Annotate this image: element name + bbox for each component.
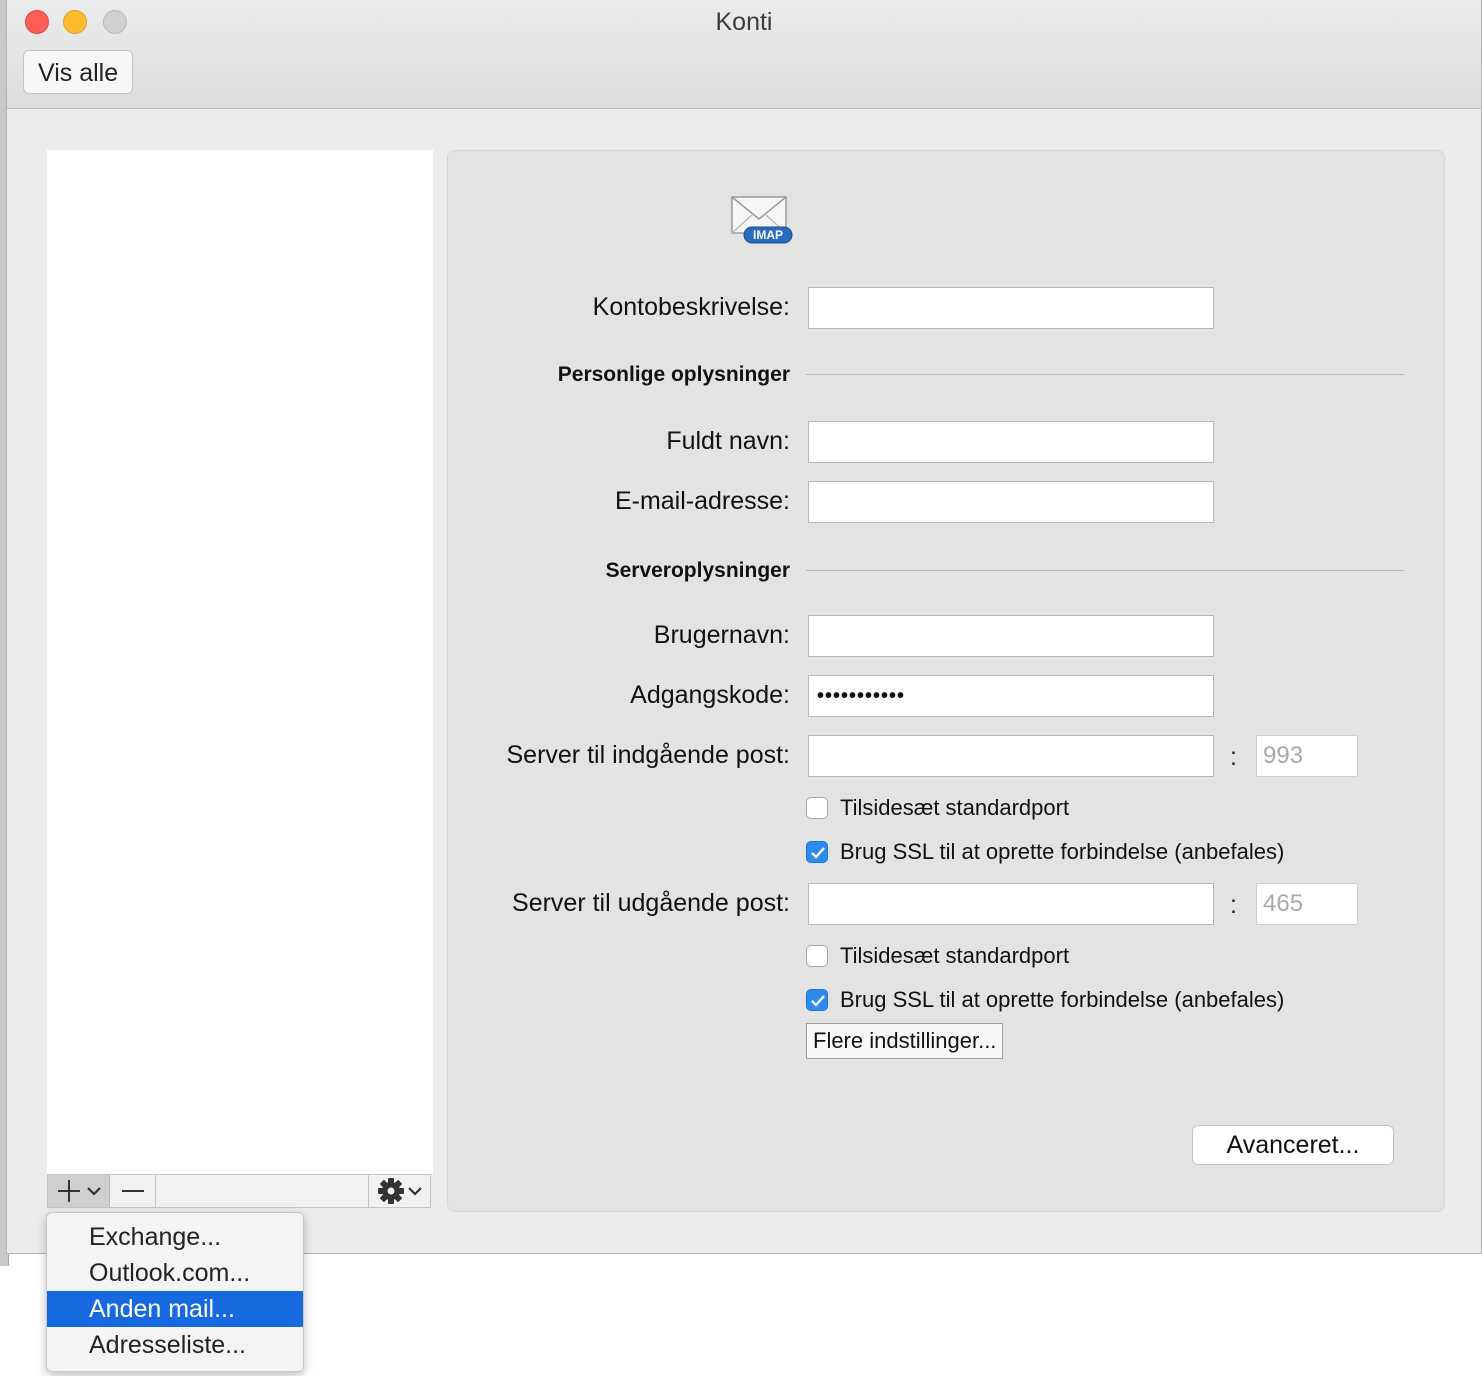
email-field[interactable] [808,481,1214,523]
minus-icon [122,1190,144,1192]
window-title: Konti [715,8,773,36]
svg-text:IMAP: IMAP [753,228,783,242]
add-account-menu: Exchange... Outlook.com... Anden mail...… [46,1212,304,1372]
imap-mail-icon: IMAP [728,193,796,251]
account-details-panel: IMAP Kontobeskrivelse: Personlige oplysn… [447,150,1445,1212]
incoming-ssl-option[interactable]: Brug SSL til at oprette forbindelse (anb… [806,837,1284,867]
outgoing-override-port-checkbox[interactable] [806,945,828,967]
incoming-port-field[interactable]: 993 [1256,735,1358,777]
title-bar: Konti Vis alle [7,0,1481,109]
menu-item-outlook[interactable]: Outlook.com... [47,1255,303,1291]
username-field[interactable] [808,615,1214,657]
server-info-divider [806,570,1404,571]
password-label: Adgangskode: [630,681,790,709]
account-list[interactable] [47,150,433,1174]
server-info-heading: Serveroplysninger [605,559,790,582]
show-all-button[interactable]: Vis alle [23,50,134,94]
full-name-label: Fuldt navn: [666,427,790,455]
gear-icon [378,1178,422,1204]
incoming-ssl-label: Brug SSL til at oprette forbindelse (anb… [840,839,1285,864]
incoming-override-port-option[interactable]: Tilsidesæt standardport [806,793,1069,823]
plus-icon [58,1180,101,1202]
outgoing-port-field[interactable]: 465 [1256,883,1358,925]
incoming-port-separator: : [1230,743,1237,771]
username-label: Brugernavn: [653,621,790,649]
personal-info-divider [806,374,1404,375]
outgoing-server-field[interactable] [808,883,1214,925]
incoming-override-port-label: Tilsidesæt standardport [840,795,1070,820]
menu-item-exchange[interactable]: Exchange... [47,1219,303,1255]
full-name-field[interactable] [808,421,1214,463]
checkmark-icon [811,995,825,1007]
personal-info-heading: Personlige oplysninger [557,363,790,386]
outgoing-override-port-label: Tilsidesæt standardport [840,943,1070,968]
incoming-ssl-checkbox[interactable] [806,841,828,863]
incoming-override-port-checkbox[interactable] [806,797,828,819]
outgoing-ssl-checkbox[interactable] [806,989,828,1011]
email-label: E-mail-adresse: [614,487,790,515]
account-actions-button[interactable] [368,1175,430,1207]
more-settings-button[interactable]: Flere indstillinger... [806,1023,1004,1059]
accounts-window: Konti Vis alle IMAP Kontobeskrivelse: Pe… [6,0,1482,1254]
add-account-button[interactable] [48,1175,110,1207]
outgoing-override-port-option[interactable]: Tilsidesæt standardport [806,941,1069,971]
incoming-server-field[interactable] [808,735,1214,777]
incoming-server-label: Server til indgående post: [506,741,790,769]
account-list-toolbar [47,1174,431,1208]
outgoing-port-separator: : [1230,891,1237,919]
advanced-button[interactable]: Avanceret... [1192,1125,1394,1165]
menu-item-directory[interactable]: Adresseliste... [47,1327,303,1363]
outgoing-ssl-label: Brug SSL til at oprette forbindelse (anb… [840,987,1285,1012]
menu-item-other-mail[interactable]: Anden mail... [47,1291,303,1327]
account-description-field[interactable] [808,287,1214,329]
account-description-label: Kontobeskrivelse: [592,293,790,321]
remove-account-button[interactable] [110,1175,156,1207]
password-field[interactable]: ••••••••••• [808,675,1214,717]
outgoing-server-label: Server til udgående post: [512,889,790,917]
outgoing-ssl-option[interactable]: Brug SSL til at oprette forbindelse (anb… [806,985,1284,1015]
checkmark-icon [811,847,825,859]
